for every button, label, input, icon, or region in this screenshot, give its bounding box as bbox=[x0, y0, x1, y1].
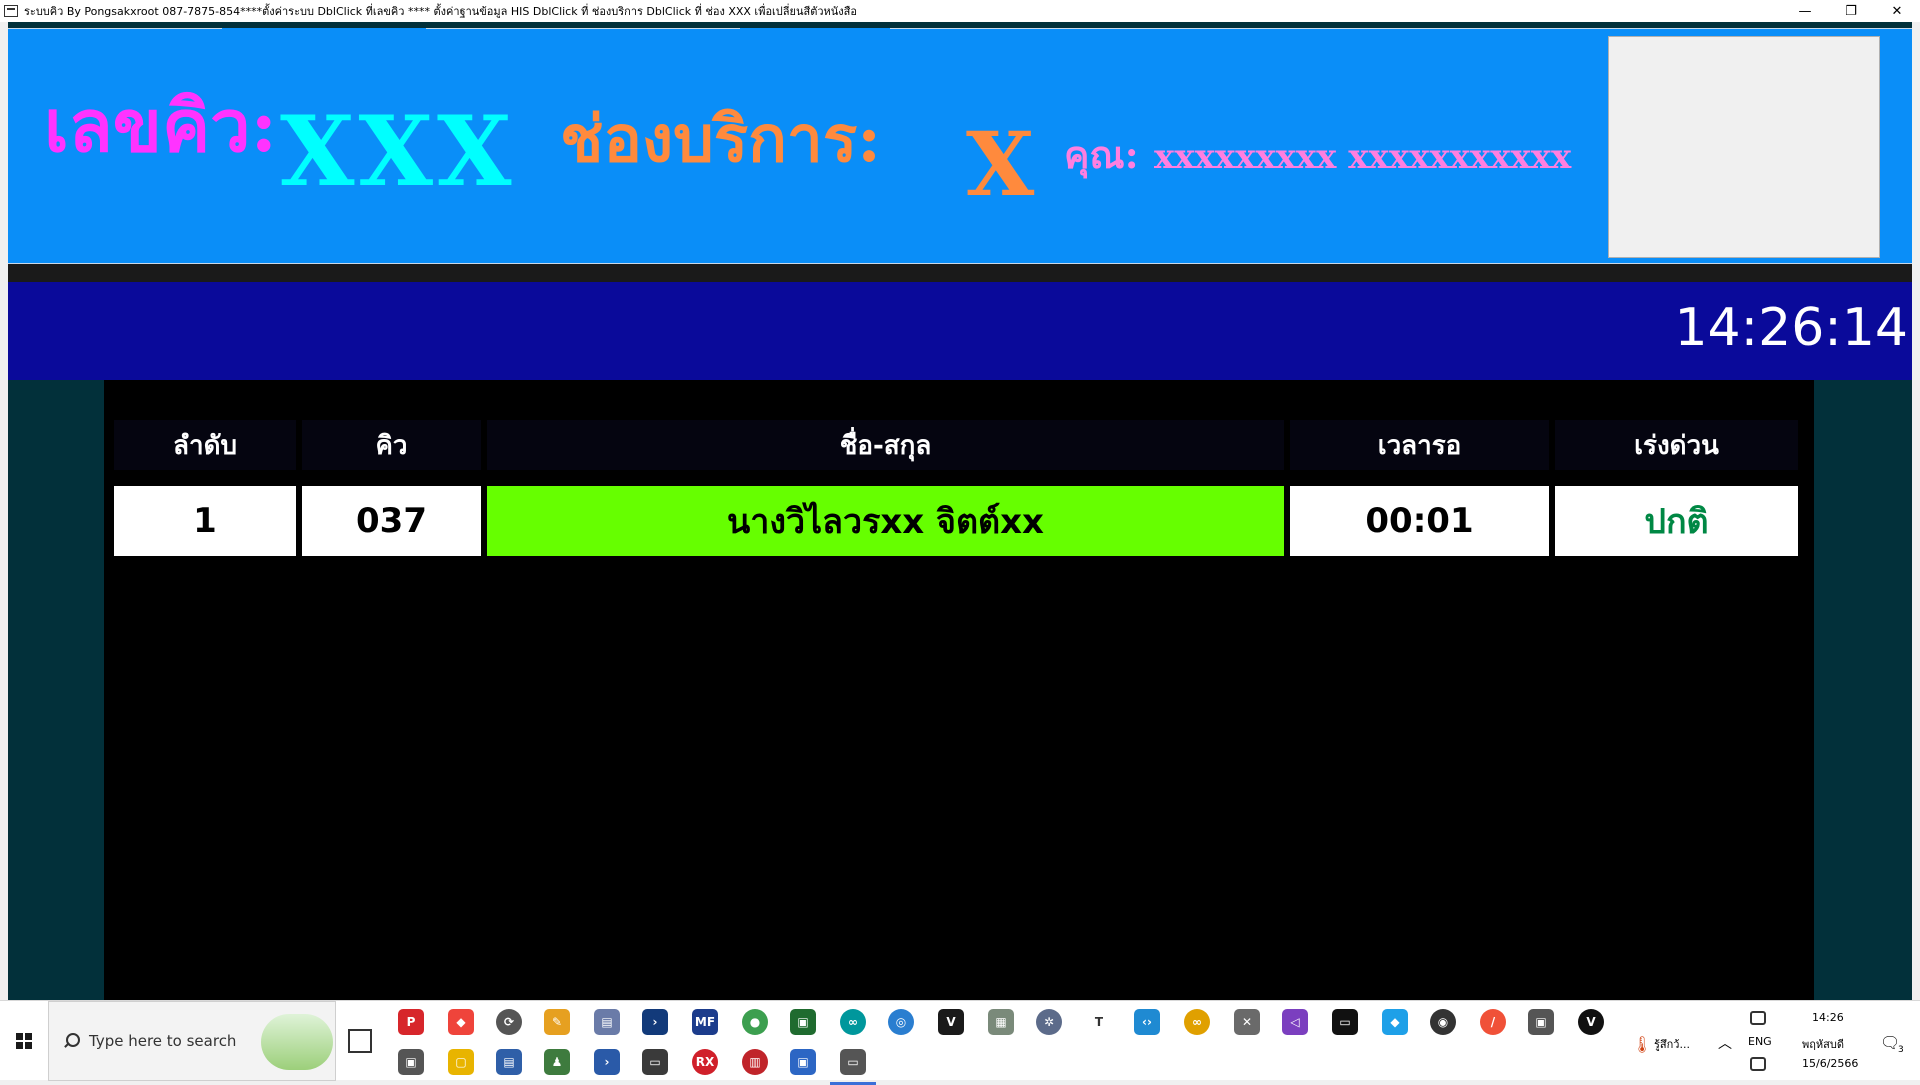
queue-number-label[interactable]: เลขคิว: bbox=[44, 90, 277, 162]
search-icon bbox=[63, 1033, 80, 1049]
queue-table-header: ลำดับ คิว ชื่อ-สกุล เวลารอ เร่งด่วน bbox=[114, 420, 1804, 470]
window-title: ระบบคิว By Pongsakxroot 087-7875-854****… bbox=[24, 5, 857, 18]
service-counter-value[interactable]: X bbox=[966, 120, 1034, 208]
terminal-icon[interactable]: › bbox=[642, 1009, 668, 1035]
visual-studio-icon[interactable]: ◁ bbox=[1282, 1009, 1308, 1035]
window-controls: — ❐ ✕ bbox=[1782, 0, 1920, 22]
notes-icon[interactable]: ✎ bbox=[544, 1009, 570, 1035]
search-placeholder: Type here to search bbox=[89, 1032, 237, 1050]
service-counter-label[interactable]: ช่องบริการ: bbox=[560, 108, 881, 172]
vscode-icon[interactable]: ‹› bbox=[1134, 1009, 1160, 1035]
divider bbox=[8, 28, 222, 29]
mf-icon[interactable]: MF bbox=[692, 1009, 718, 1035]
app-icon[interactable]: ◆ bbox=[1382, 1009, 1408, 1035]
clock: 14:26:14 bbox=[1674, 298, 1908, 358]
archive-icon[interactable]: ▥ bbox=[742, 1049, 768, 1075]
tray-chevron-up-icon[interactable]: ︿ bbox=[1718, 1033, 1732, 1053]
cell-name: นางวิไลวรxx จิตต์xx bbox=[487, 486, 1284, 556]
cell-wait-time: 00:01 bbox=[1290, 486, 1549, 556]
search-highlight-image bbox=[261, 1014, 333, 1070]
chrome-icon[interactable]: ● bbox=[742, 1009, 768, 1035]
patient-name-value: xxxxxxxxx xxxxxxxxxxx bbox=[1154, 137, 1572, 177]
cell-queue: 037 bbox=[302, 486, 481, 556]
divider bbox=[890, 28, 1912, 29]
separator-strip bbox=[8, 264, 1912, 282]
taskbar: Type here to search P ◆ ⟳ ✎ ▤ › MF ● ▣ ∞… bbox=[0, 1000, 1920, 1085]
arduino-icon[interactable]: ∞ bbox=[840, 1009, 866, 1035]
anydesk-icon[interactable]: ◆ bbox=[448, 1009, 474, 1035]
desktop-icon[interactable]: ▤ bbox=[496, 1049, 522, 1075]
vnc-icon[interactable]: V bbox=[938, 1009, 964, 1035]
window-stack-icon[interactable]: ▣ bbox=[1528, 1009, 1554, 1035]
queue-number-value[interactable]: XXX bbox=[280, 104, 515, 200]
queue-table-area: ลำดับ คิว ชื่อ-สกุล เวลารอ เร่งด่วน 1 03… bbox=[104, 380, 1814, 1000]
app-icon bbox=[4, 5, 18, 17]
taskbar-day[interactable]: พฤหัสบดี bbox=[1802, 1035, 1844, 1053]
network-icon[interactable]: ▣ bbox=[790, 1009, 816, 1035]
tools-icon[interactable]: ✕ bbox=[1234, 1009, 1260, 1035]
divider bbox=[426, 28, 740, 29]
restore-button[interactable]: ❐ bbox=[1828, 0, 1874, 22]
image-viewer-icon[interactable]: ▦ bbox=[988, 1009, 1014, 1035]
active-app-icon[interactable]: ▭ bbox=[830, 1049, 876, 1085]
network-tray-icon[interactable] bbox=[1750, 1011, 1766, 1025]
cell-order: 1 bbox=[114, 486, 296, 556]
header-urgency: เร่งด่วน bbox=[1555, 420, 1798, 470]
swift-icon[interactable]: / bbox=[1480, 1009, 1506, 1035]
patient-photo-placeholder bbox=[1608, 36, 1880, 258]
taskbar-apps: P ◆ ⟳ ✎ ▤ › MF ● ▣ ∞ ◎ V ▦ ✲ T ‹› ∞ ✕ ◁ … bbox=[396, 1001, 1604, 1085]
powershell-icon[interactable]: › bbox=[594, 1049, 620, 1075]
folder-icon[interactable]: ▭ bbox=[642, 1049, 668, 1075]
taskbar-search[interactable]: Type here to search bbox=[48, 1001, 336, 1081]
start-button[interactable] bbox=[0, 1001, 48, 1081]
explorer-icon[interactable]: ▢ bbox=[448, 1049, 474, 1075]
header-name: ชื่อ-สกุล bbox=[487, 420, 1284, 470]
browser-icon[interactable]: ◎ bbox=[888, 1009, 914, 1035]
current-call-banner: เลขคิว: XXX ช่องบริการ: X คุณ: xxxxxxxxx… bbox=[8, 28, 1912, 264]
weather-text[interactable]: รู้สึกว้... bbox=[1654, 1035, 1690, 1053]
settings-sync-icon[interactable]: ⟳ bbox=[496, 1009, 522, 1035]
rx-icon[interactable]: RX bbox=[692, 1049, 718, 1075]
clock-bar: 14:26:14 bbox=[8, 282, 1912, 380]
table-row[interactable]: 1 037 นางวิไลวรxx จิตต์xx 00:01 ปกติ bbox=[114, 486, 1804, 556]
window-copy-icon[interactable]: ▣ bbox=[398, 1049, 424, 1075]
gear-icon[interactable]: ✲ bbox=[1036, 1009, 1062, 1035]
remote-icon[interactable]: ▣ bbox=[790, 1049, 816, 1075]
meet-now-icon[interactable] bbox=[1750, 1057, 1766, 1071]
window-title-bar: ระบบคิว By Pongsakxroot 087-7875-854****… bbox=[0, 0, 1920, 22]
users-icon[interactable]: ♟ bbox=[544, 1049, 570, 1075]
windows-icon bbox=[16, 1033, 32, 1049]
weather-icon[interactable]: 🌡 bbox=[1632, 1035, 1652, 1054]
close-button[interactable]: ✕ bbox=[1874, 0, 1920, 22]
header-wait-time: เวลารอ bbox=[1290, 420, 1549, 470]
cell-urgency: ปกติ bbox=[1555, 486, 1798, 556]
header-queue: คิว bbox=[302, 420, 481, 470]
monitor-icon[interactable]: ▭ bbox=[1332, 1009, 1358, 1035]
system-tray: 🌡 รู้สึกว้... ︿ ENG 14:26 พฤหัสบดี 15/6/… bbox=[1580, 1001, 1920, 1081]
header-order: ลำดับ bbox=[114, 420, 296, 470]
text-icon[interactable]: T bbox=[1086, 1009, 1112, 1035]
file-manager-icon[interactable]: ▤ bbox=[594, 1009, 620, 1035]
pairing-icon[interactable]: ∞ bbox=[1184, 1009, 1210, 1035]
patient-name-label: คุณ: bbox=[1064, 132, 1139, 177]
pdf-icon[interactable]: P bbox=[398, 1009, 424, 1035]
queue-display-window: เลขคิว: XXX ช่องบริการ: X คุณ: xxxxxxxxx… bbox=[8, 22, 1912, 1000]
notification-count: 3 bbox=[1898, 1045, 1904, 1055]
taskbar-clock[interactable]: 14:26 bbox=[1812, 1011, 1844, 1024]
taskbar-date[interactable]: 15/6/2566 bbox=[1802, 1057, 1858, 1070]
task-view-icon[interactable] bbox=[348, 1029, 372, 1053]
obs-icon[interactable]: ◉ bbox=[1430, 1009, 1456, 1035]
language-indicator[interactable]: ENG bbox=[1748, 1035, 1772, 1048]
minimize-button[interactable]: — bbox=[1782, 0, 1828, 22]
